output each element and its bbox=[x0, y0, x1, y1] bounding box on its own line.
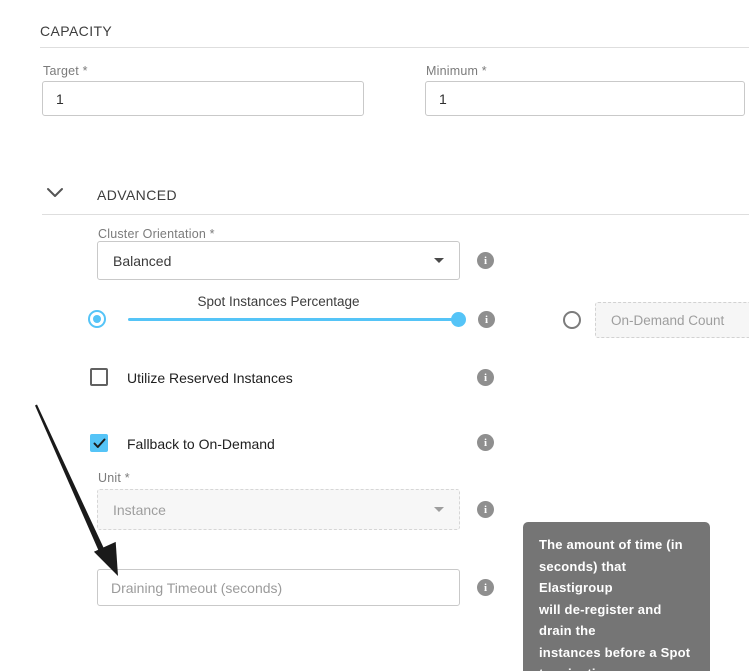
utilize-reserved-checkbox[interactable] bbox=[90, 368, 108, 386]
checkmark-icon bbox=[93, 438, 106, 449]
advanced-divider bbox=[42, 214, 749, 215]
capacity-divider bbox=[40, 47, 749, 48]
on-demand-count-input bbox=[595, 302, 749, 338]
info-glyph: i bbox=[484, 582, 487, 594]
spot-percentage-slider[interactable] bbox=[128, 318, 459, 321]
tooltip-line: The amount of time (in bbox=[539, 534, 694, 556]
unit-value: Instance bbox=[113, 502, 166, 518]
tooltip-line: instances before a Spot bbox=[539, 642, 694, 664]
caret-down-icon bbox=[434, 258, 444, 263]
info-glyph: i bbox=[484, 372, 487, 384]
target-label: Target * bbox=[43, 64, 88, 78]
cluster-orientation-label: Cluster Orientation * bbox=[98, 227, 215, 241]
advanced-section-title[interactable]: ADVANCED bbox=[97, 187, 177, 203]
draining-timeout-input[interactable] bbox=[97, 569, 460, 606]
fallback-on-demand-checkbox[interactable] bbox=[90, 434, 108, 452]
tooltip-line: seconds) that Elastigroup bbox=[539, 556, 694, 599]
minimum-input[interactable] bbox=[425, 81, 745, 116]
info-glyph: i bbox=[484, 437, 487, 449]
caret-down-icon bbox=[434, 507, 444, 512]
draining-timeout-tooltip: The amount of time (in seconds) that Ela… bbox=[523, 522, 710, 671]
unit-label: Unit * bbox=[98, 471, 130, 485]
utilize-reserved-label: Utilize Reserved Instances bbox=[127, 370, 293, 386]
spot-percentage-slider-thumb[interactable] bbox=[451, 312, 466, 327]
target-input[interactable] bbox=[42, 81, 364, 116]
utilize-reserved-info-icon[interactable]: i bbox=[477, 369, 494, 386]
spot-percentage-radio[interactable] bbox=[88, 310, 106, 328]
fallback-on-demand-info-icon[interactable]: i bbox=[477, 434, 494, 451]
minimum-label: Minimum * bbox=[426, 64, 487, 78]
unit-select: Instance bbox=[97, 489, 460, 530]
draining-timeout-info-icon[interactable]: i bbox=[477, 579, 494, 596]
cluster-orientation-value: Balanced bbox=[113, 253, 171, 269]
capacity-settings-page: CAPACITY Target * Minimum * ADVANCED Clu… bbox=[0, 0, 749, 671]
on-demand-count-radio[interactable] bbox=[563, 311, 581, 329]
tooltip-line: termination. bbox=[539, 663, 694, 671]
spot-percentage-info-icon[interactable]: i bbox=[478, 311, 495, 328]
info-glyph: i bbox=[485, 314, 488, 326]
capacity-section-title: CAPACITY bbox=[40, 23, 112, 39]
cluster-orientation-select[interactable]: Balanced bbox=[97, 241, 460, 280]
cluster-orientation-info-icon[interactable]: i bbox=[477, 252, 494, 269]
info-glyph: i bbox=[484, 504, 487, 516]
unit-info-icon[interactable]: i bbox=[477, 501, 494, 518]
advanced-chevron-down-icon[interactable] bbox=[46, 187, 64, 199]
tooltip-line: will de-register and drain the bbox=[539, 599, 694, 642]
spot-percentage-label: Spot Instances Percentage bbox=[97, 294, 460, 309]
info-glyph: i bbox=[484, 255, 487, 267]
fallback-on-demand-label: Fallback to On-Demand bbox=[127, 436, 275, 452]
